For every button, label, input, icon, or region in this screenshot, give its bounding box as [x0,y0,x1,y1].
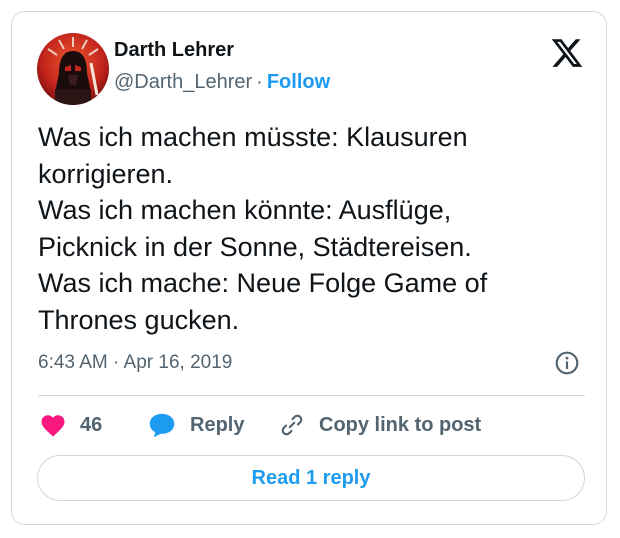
tweet-line: Thrones gucken. [38,304,240,335]
copy-link-label: Copy link to post [319,413,482,436]
reply-button[interactable]: Reply [148,410,244,440]
link-icon [281,414,303,436]
info-icon[interactable] [554,350,580,376]
darth-vader-avatar-icon [37,33,109,105]
like-count: 46 [80,413,103,436]
tweet-timestamp[interactable]: 6:43 AM · Apr 16, 2019 [38,352,232,374]
heart-icon [41,415,65,437]
x-logo-icon[interactable] [550,36,584,70]
tweet-card: Darth Lehrer @Darth_Lehrer · Follow Was ic… [11,11,607,525]
divider [38,395,585,396]
tweet-line: Was ich mache: Neue Folge Game of [38,268,488,298]
tweet-line: Was ich machen könnte: Ausflüge, [38,195,452,225]
reply-label: Reply [190,413,245,436]
author-display-name[interactable]: Darth Lehrer [114,39,234,62]
read-replies-button[interactable]: Read 1 reply [37,455,585,501]
author-handle[interactable]: @Darth_Lehrer [114,71,252,93]
tweet-line: Was ich machen müsste: Klausuren [38,122,468,152]
tweet-line: Picknick in der Sonne, Städtereisen. [38,231,472,262]
like-button[interactable]: 46 [40,410,102,440]
tweet-text: Was ich machen müsste: Klausuren korrigi… [38,119,578,338]
author-handle-row: @Darth_Lehrer · Follow [114,71,330,94]
follow-link[interactable]: Follow [267,71,330,93]
copy-link-button[interactable]: Copy link to post [279,410,481,440]
author-avatar[interactable] [37,33,109,105]
speech-bubble-icon [149,413,175,438]
tweet-line: korrigieren. [38,158,174,189]
separator-dot: · [256,71,263,93]
